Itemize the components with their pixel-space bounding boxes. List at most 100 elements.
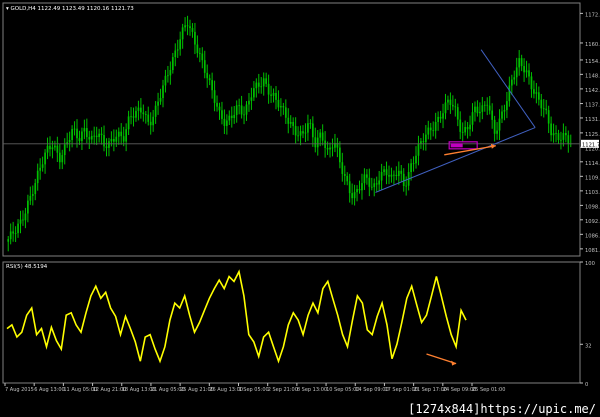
x-tick-label: 7 Aug 2015: [5, 387, 34, 393]
candle-body: [523, 66, 525, 73]
candle-body: [297, 135, 299, 137]
candle-body: [76, 128, 78, 139]
candle-body: [338, 147, 341, 163]
candle-body: [476, 106, 479, 114]
candle-body: [211, 80, 213, 91]
candle-body: [481, 105, 484, 112]
candle-body: [54, 145, 56, 148]
candle-body: [294, 126, 297, 136]
candle-body: [319, 132, 322, 138]
candle-body: [456, 107, 459, 120]
candle-body: [348, 181, 351, 194]
rsi-y-tick-label: 0: [585, 382, 588, 388]
rsi-y-tick-label: 100: [585, 261, 595, 267]
x-tick-label: 8 Sep 13:00: [297, 387, 327, 393]
price-y-tick-label: 1172.00: [585, 12, 600, 18]
rsi-y-tick-label: 32: [585, 343, 592, 349]
candle-body: [228, 115, 231, 121]
candle-body: [508, 85, 511, 102]
candle-body: [213, 90, 216, 103]
candle-body: [410, 163, 412, 173]
candle-body: [533, 89, 535, 94]
candle-body: [39, 167, 42, 171]
candle-body: [552, 133, 555, 136]
candle-body: [105, 146, 108, 148]
candle-body: [147, 114, 150, 122]
candle-body: [469, 124, 471, 130]
candle-body: [223, 118, 226, 126]
candle-body: [343, 173, 346, 176]
candle-body: [361, 183, 363, 191]
candle-body: [555, 133, 557, 134]
candle-body: [461, 131, 464, 133]
candle-body: [422, 141, 425, 143]
candle-body: [81, 131, 83, 142]
candle-body: [90, 135, 93, 140]
candle-body: [562, 133, 565, 140]
candle-body: [34, 183, 37, 195]
candle-body: [159, 98, 162, 102]
candle-body: [17, 223, 19, 234]
candle-body: [493, 119, 496, 134]
candle-body: [240, 105, 243, 115]
candle-body: [366, 174, 368, 178]
candle-body: [78, 138, 81, 142]
chart-root: 1172.00 1160.60 1154.05 1148.50 1142.90 1137.…: [0, 0, 600, 417]
candle-body: [471, 112, 474, 125]
candle-body: [103, 135, 105, 147]
candle-body: [44, 152, 46, 165]
symbol-label: ▾ GOLD,H4 1122.49 1123.49 1120.16 1121.7…: [6, 6, 134, 12]
candle-body: [7, 239, 10, 242]
candle-body: [434, 122, 437, 131]
candle-body: [282, 106, 285, 108]
candle-body: [127, 116, 130, 130]
candle-body: [316, 137, 319, 148]
candle-body: [474, 106, 476, 113]
candle-body: [85, 128, 88, 138]
candle-body: [29, 195, 32, 201]
candle-body: [98, 133, 100, 138]
candle-body: [63, 144, 66, 156]
candle-body: [542, 108, 545, 110]
candle-body: [61, 155, 64, 163]
candle-body: [171, 57, 174, 71]
candle-body: [427, 127, 430, 135]
candle-body: [253, 88, 255, 98]
candle-body: [12, 231, 15, 234]
candle-body: [245, 104, 248, 115]
candle-body: [56, 145, 59, 153]
candle-body: [144, 114, 147, 115]
price-y-tick-label: 1125.95: [585, 132, 600, 138]
candle-body: [257, 82, 260, 87]
candle-body: [464, 126, 467, 133]
candle-body: [402, 173, 405, 186]
candle-body: [326, 148, 329, 150]
candle-body: [255, 82, 258, 89]
candle-body: [162, 85, 164, 99]
price-y-tick-label: 1092.45: [585, 219, 600, 225]
candle-body: [439, 116, 442, 119]
candle-body: [142, 112, 145, 115]
candle-body: [194, 31, 196, 45]
candle-body: [557, 133, 560, 141]
candle-body: [169, 70, 172, 76]
candle-body: [83, 128, 86, 132]
candle-body: [311, 123, 314, 138]
candle-body: [388, 175, 390, 177]
candle-body: [299, 131, 302, 136]
candle-body: [506, 101, 508, 111]
candle-body: [324, 140, 326, 149]
candle-body: [73, 128, 76, 130]
candle-body: [373, 183, 376, 188]
candle-body: [46, 145, 49, 153]
candle-body: [341, 162, 344, 174]
price-y-tick-label: 1103.60: [585, 190, 600, 196]
candle-body: [176, 49, 179, 51]
candle-body: [432, 130, 435, 132]
candle-body: [184, 25, 186, 28]
candle-body: [95, 135, 98, 138]
candle-body: [329, 147, 331, 150]
candle-body: [449, 99, 452, 105]
candle-body: [132, 116, 135, 118]
candle-body: [400, 170, 403, 174]
